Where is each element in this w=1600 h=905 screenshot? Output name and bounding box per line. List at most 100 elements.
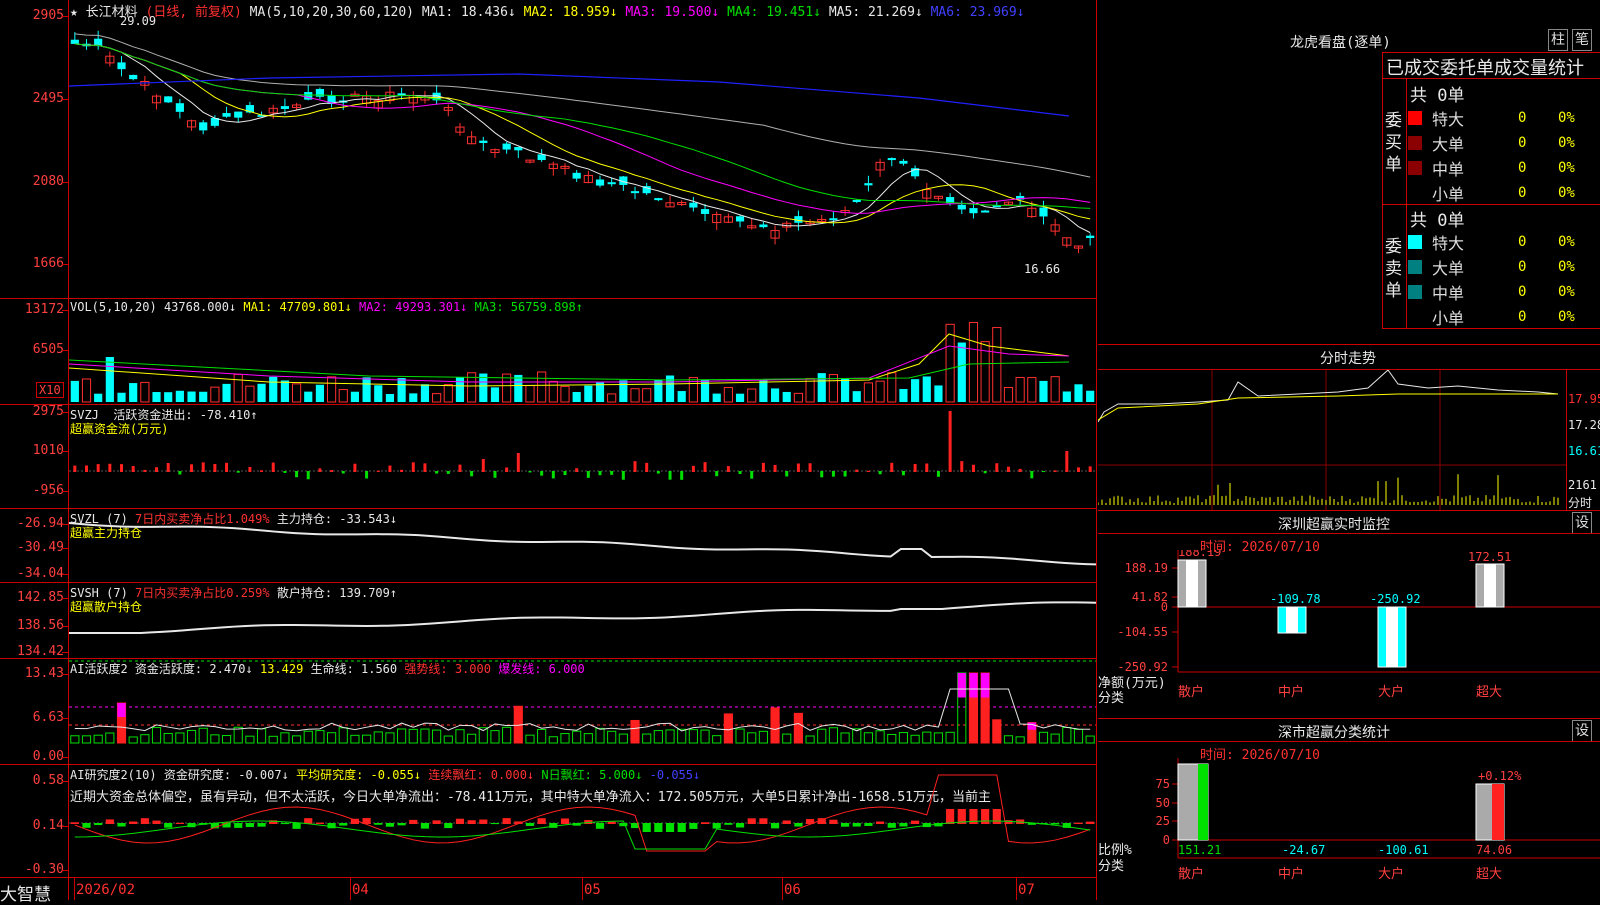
candle-body: [829, 218, 838, 221]
tick-mode-button[interactable]: 笔: [1572, 29, 1592, 51]
flow-bar: [353, 463, 357, 472]
vol-bar: [992, 327, 1002, 403]
sz-class-chart[interactable]: 75 50 25 0 比例%分类 +0.12% 151.21 散户 -24.67 中户 -100.6…: [1098, 758, 1600, 900]
order-size-label: 小单: [1432, 309, 1465, 328]
vol-bar: [350, 391, 360, 402]
sz-monitor-chart[interactable]: 188.1941.820-104.55-250.92净额(万元)分类188.19…: [1098, 550, 1600, 718]
chart-right-border: [1096, 0, 1097, 900]
vol-label: VOL(5,10,20): [70, 300, 157, 314]
vol-bar: [782, 391, 791, 402]
flow-bar: [703, 462, 707, 472]
flow-bar: [470, 471, 474, 477]
vol-bar: [841, 378, 850, 402]
top-percent-label: +0.12%: [1478, 769, 1522, 783]
category-label: 大户: [1378, 866, 1404, 882]
vol-bar: [607, 393, 617, 403]
svzl-chart[interactable]: [69, 509, 1096, 582]
activity-bar: [1073, 728, 1084, 744]
activity-bar: [642, 733, 652, 744]
flow-bar: [516, 453, 520, 472]
flow-bar: [680, 471, 684, 480]
activity-bar: [467, 733, 477, 744]
flow-bar: [73, 465, 77, 472]
order-size-row: 特大 0 0%: [1408, 106, 1598, 130]
ai-activity-chart[interactable]: [69, 659, 1096, 764]
flow-bar: [85, 465, 89, 472]
buy-side-label: 委买单: [1385, 111, 1402, 175]
research-bar: [385, 823, 395, 827]
research-bar: [1086, 821, 1095, 824]
vol-bar: [1062, 391, 1071, 402]
svsh-chart[interactable]: [69, 583, 1096, 658]
vol-bar: [105, 357, 114, 402]
vol-bar: [619, 380, 628, 402]
candle-body: [969, 208, 978, 214]
flow-bar: [983, 471, 987, 474]
flow-bar: [796, 463, 800, 472]
ai-research-chart[interactable]: [69, 765, 1096, 877]
flow-bar: [761, 462, 765, 472]
activity-bar: [525, 734, 535, 744]
activity-bar: [817, 728, 827, 744]
activity-bar: [723, 713, 733, 744]
research-bar: [724, 823, 733, 825]
sz-monitor-settings-button[interactable]: 设: [1572, 512, 1592, 534]
activity-bar: [327, 732, 337, 744]
research-bar: [864, 823, 873, 826]
vol-bar: [922, 376, 931, 402]
order-size-label: 大单: [1432, 135, 1465, 154]
y-tick-label: -0.30: [24, 862, 64, 877]
order-size-row: 中单 0 0%: [1408, 280, 1598, 304]
activity-bar: [186, 729, 197, 744]
flow-bar: [773, 464, 777, 472]
flow-bar: [201, 462, 205, 472]
intraday-price-mid: 17.28: [1568, 418, 1600, 432]
brand-logo: 大智慧: [0, 885, 51, 905]
vol-bar: [759, 380, 768, 402]
activity-bar: [163, 732, 173, 744]
y-tick-label: 0.58: [32, 773, 64, 788]
category-value: 188.19: [1178, 550, 1221, 559]
order-count: 0: [1518, 284, 1527, 300]
order-size-label: 大单: [1432, 259, 1465, 278]
intraday-price-high: 17.95: [1568, 392, 1600, 406]
order-percent: 0%: [1558, 234, 1575, 250]
vol-bar: [140, 381, 150, 403]
flow-bar: [306, 471, 310, 480]
svzj-chart[interactable]: [69, 405, 1096, 508]
vol-bar: [525, 385, 535, 403]
vol-bar: [911, 379, 920, 402]
flow-bar: [855, 469, 859, 472]
research-bar: [607, 821, 616, 824]
svsh-line: [69, 601, 1096, 634]
y-tick-label: 138.56: [17, 618, 64, 633]
activity-bar-top: [1027, 722, 1036, 730]
category-value: 74.06: [1476, 843, 1512, 857]
sz-class-settings-button[interactable]: 设: [1572, 720, 1592, 742]
research-bar: [665, 823, 675, 832]
activity-bar: [256, 728, 267, 744]
x-axis-title: 分类: [1098, 691, 1124, 706]
flow-bar: [131, 466, 135, 472]
research-bar: [876, 821, 885, 824]
vol-bar: [210, 386, 220, 403]
candlestick-chart[interactable]: [69, 16, 1096, 298]
flow-bar: [120, 464, 124, 472]
order-count: 0: [1518, 160, 1527, 176]
activity-bar: [782, 733, 792, 744]
activity-bar: [245, 735, 255, 744]
flow-bar: [738, 471, 742, 475]
volume-chart[interactable]: [69, 316, 1096, 404]
vol-bar: [374, 385, 383, 402]
high-price-label: 29.09: [120, 14, 157, 28]
research-bar: [245, 823, 254, 828]
research-bar: [595, 823, 605, 829]
y-tick-label: -34.04: [17, 566, 64, 581]
bar-mode-button[interactable]: 柱: [1548, 29, 1568, 51]
activity-bar: [992, 719, 1002, 744]
flow-bar: [295, 471, 299, 478]
candle-body: [607, 182, 616, 185]
activity-bar: [805, 735, 815, 744]
legend-swatch-icon: [1408, 310, 1422, 324]
intraday-chart[interactable]: [1098, 370, 1566, 510]
